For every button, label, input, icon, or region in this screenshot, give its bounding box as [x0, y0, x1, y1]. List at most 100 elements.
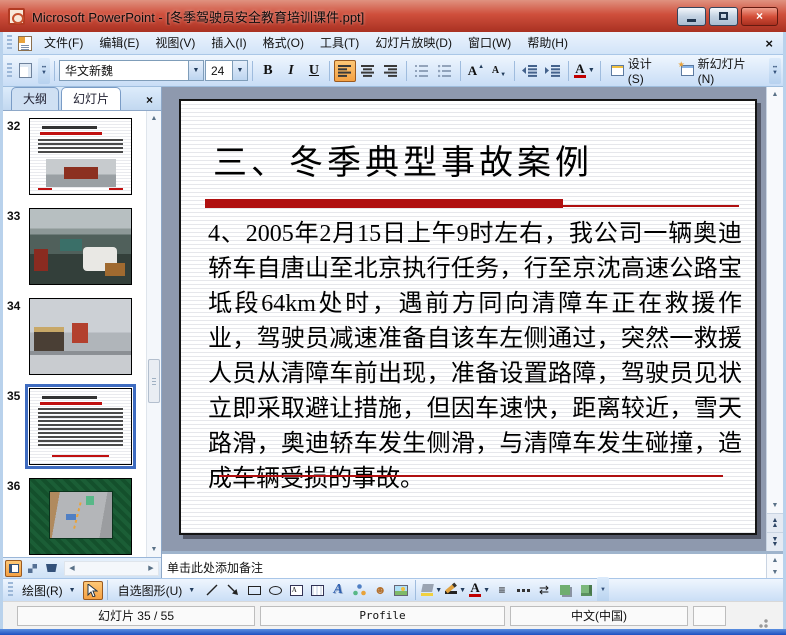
- normal-view-button[interactable]: [5, 559, 22, 577]
- panel-scroll-track[interactable]: [147, 126, 161, 542]
- notes-scrollbar[interactable]: ▲ ▼: [766, 554, 783, 578]
- decrease-indent-button[interactable]: [519, 60, 541, 82]
- font-color-button[interactable]: A ▼: [573, 60, 596, 82]
- previous-slide-button[interactable]: ▲ ▲: [767, 513, 783, 532]
- scroll-up-icon[interactable]: ▲: [772, 554, 779, 566]
- slide-title[interactable]: 三、冬季典型事故案例: [213, 135, 739, 184]
- panel-scrollbar[interactable]: ▲ ▼: [146, 111, 161, 557]
- toolbar-grip-handle[interactable]: [7, 62, 12, 79]
- minimize-button[interactable]: [677, 6, 706, 26]
- scroll-left-icon[interactable]: ◀: [65, 562, 79, 575]
- font-name-dropdown-icon[interactable]: ▼: [187, 61, 203, 80]
- main-vertical-scrollbar[interactable]: ▲ ▼ ▲ ▲ ▼ ▼: [766, 87, 783, 551]
- slide-thumbnail-35-selected[interactable]: [25, 384, 136, 469]
- restore-button[interactable]: [709, 6, 738, 26]
- close-document-icon[interactable]: ×: [755, 36, 783, 51]
- drawbar-overflow-button[interactable]: ▼: [597, 577, 610, 603]
- font-name-combobox[interactable]: 华文新魏 ▼: [58, 60, 204, 81]
- menu-slideshow[interactable]: 幻灯片放映(D): [367, 31, 460, 55]
- slide-canvas[interactable]: 三、冬季典型事故案例 4、2005年2月15日上午9时左右，我公司一辆奥迪轿车自…: [179, 99, 757, 535]
- menu-view[interactable]: 视图(V): [147, 31, 203, 55]
- main-scroll-track[interactable]: [767, 102, 783, 498]
- menu-edit[interactable]: 编辑(E): [91, 31, 147, 55]
- increase-font-size-button[interactable]: A ▲: [465, 60, 487, 82]
- arrow-tool-button[interactable]: [223, 581, 243, 600]
- scroll-down-icon[interactable]: ▼: [767, 498, 783, 513]
- rectangle-tool-button[interactable]: [244, 581, 264, 600]
- close-pane-icon[interactable]: ×: [141, 93, 158, 110]
- chevron-down-icon[interactable]: ▼: [435, 587, 442, 594]
- insert-picture-button[interactable]: [391, 581, 411, 600]
- line-style-button[interactable]: ≡: [492, 581, 512, 600]
- draw-menu-button[interactable]: 绘图(R) ▼: [16, 581, 82, 600]
- scroll-right-icon[interactable]: ▶: [144, 562, 158, 575]
- arrow-style-button[interactable]: ⇄: [534, 581, 554, 600]
- font-size-dropdown-icon[interactable]: ▼: [231, 61, 247, 80]
- scroll-down-icon[interactable]: ▼: [772, 566, 779, 578]
- scroll-up-icon[interactable]: ▲: [147, 111, 161, 126]
- language-indicator[interactable]: 中文(中国): [510, 605, 688, 626]
- chevron-down-icon[interactable]: ▼: [588, 67, 595, 74]
- resize-grip[interactable]: [756, 616, 769, 629]
- slide-thumbnail-33[interactable]: [29, 208, 132, 285]
- close-button[interactable]: ×: [741, 6, 778, 26]
- new-slide-button[interactable]: 新幻灯片(N): [675, 57, 768, 86]
- menu-insert[interactable]: 插入(I): [203, 31, 254, 55]
- toolbar-overflow-button[interactable]: •• ▼: [37, 57, 50, 84]
- select-objects-button[interactable]: [82, 580, 103, 600]
- fill-color-button[interactable]: ▼: [420, 581, 443, 600]
- diagram-button[interactable]: [349, 581, 369, 600]
- menu-grip-handle[interactable]: [7, 35, 12, 51]
- scroll-up-icon[interactable]: ▲: [767, 87, 783, 102]
- decrease-font-size-button[interactable]: A ▼: [488, 60, 510, 82]
- slideshow-view-button[interactable]: [43, 560, 60, 577]
- align-left-button[interactable]: [333, 59, 356, 82]
- chevron-down-icon[interactable]: ▼: [483, 587, 490, 594]
- text-box-button[interactable]: A: [286, 581, 306, 600]
- increase-indent-button[interactable]: [542, 60, 564, 82]
- clip-art-button[interactable]: ☻: [370, 581, 390, 600]
- font-color-button-drawbar[interactable]: A ▼: [468, 581, 491, 600]
- menu-format[interactable]: 格式(O): [255, 31, 312, 55]
- wordart-button[interactable]: A: [328, 581, 348, 600]
- tab-outline[interactable]: 大纲: [11, 87, 60, 110]
- toolbar-overflow-button[interactable]: •• ▼: [769, 57, 782, 84]
- line-tool-button[interactable]: [202, 581, 222, 600]
- dash-style-button[interactable]: [513, 581, 533, 600]
- slide-thumbnail-36[interactable]: [29, 478, 132, 555]
- new-presentation-button[interactable]: [15, 60, 37, 82]
- menu-help[interactable]: 帮助(H): [519, 31, 576, 55]
- shadow-style-button[interactable]: [555, 581, 575, 600]
- slide-thumbnail-34[interactable]: [29, 298, 132, 375]
- slide-body-text[interactable]: 4、2005年2月15日上午9时左右，我公司一辆奥迪轿车自唐山至北京执行任务，行…: [208, 217, 742, 497]
- tab-slides[interactable]: 幻灯片: [61, 87, 122, 110]
- slide-sorter-view-button[interactable]: [24, 560, 41, 577]
- next-slide-button[interactable]: ▼ ▼: [767, 532, 783, 551]
- menu-file[interactable]: 文件(F): [36, 31, 91, 55]
- toolbar-options-icon[interactable]: [18, 35, 32, 51]
- vertical-text-box-button[interactable]: [307, 581, 327, 600]
- panel-horizontal-scrollbar[interactable]: ◀ ▶: [64, 560, 159, 576]
- notes-placeholder[interactable]: 单击此处添加备注: [162, 554, 766, 578]
- oval-tool-button[interactable]: [265, 581, 285, 600]
- chevron-down-icon[interactable]: ▼: [459, 587, 466, 594]
- font-size-combobox[interactable]: 24 ▼: [204, 60, 248, 81]
- drawbar-grip-handle[interactable]: [8, 582, 13, 598]
- scroll-down-icon[interactable]: ▼: [147, 542, 161, 557]
- menu-window[interactable]: 窗口(W): [460, 31, 519, 55]
- bold-button[interactable]: B: [257, 60, 279, 82]
- line-color-button[interactable]: ▼: [444, 581, 467, 600]
- italic-button[interactable]: I: [280, 60, 302, 82]
- h-scroll-track[interactable]: [79, 562, 144, 575]
- numbering-button[interactable]: [411, 60, 433, 82]
- slide-thumbnail-32[interactable]: [29, 118, 132, 195]
- slide-design-button[interactable]: 设计(S): [605, 57, 674, 86]
- autoshapes-menu-button[interactable]: 自选图形(U) ▼: [112, 581, 202, 600]
- panel-scroll-thumb[interactable]: [148, 358, 160, 403]
- 3d-style-button[interactable]: [576, 581, 596, 600]
- align-center-button[interactable]: [357, 60, 379, 82]
- bullets-button[interactable]: [434, 60, 456, 82]
- underline-button[interactable]: U: [303, 60, 325, 82]
- menu-tools[interactable]: 工具(T): [312, 31, 367, 55]
- align-right-button[interactable]: [380, 60, 402, 82]
